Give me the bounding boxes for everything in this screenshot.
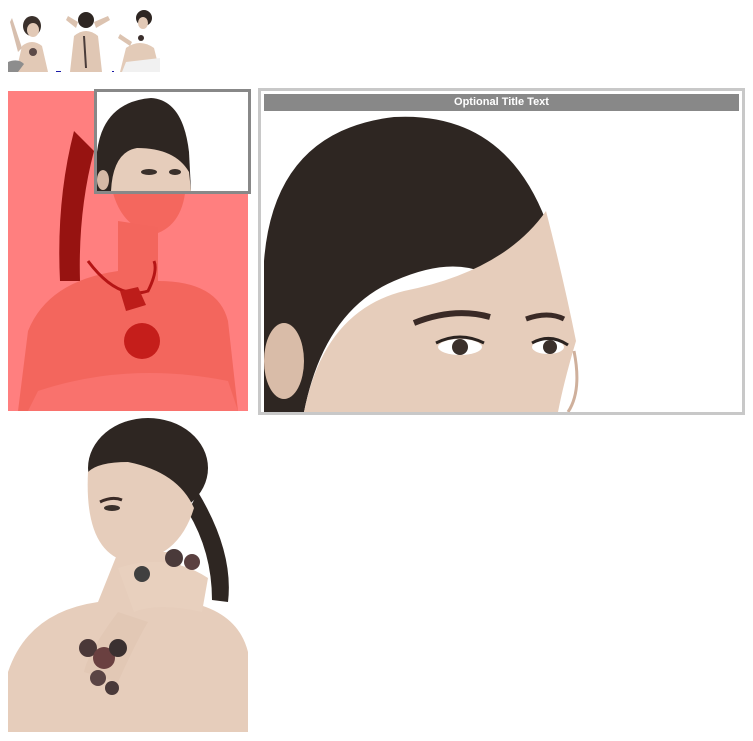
secondary-image[interactable] bbox=[8, 412, 248, 732]
zoom-lens[interactable] bbox=[94, 89, 251, 194]
zoom-gallery-page: Optional Title Text bbox=[0, 0, 753, 741]
main-image-container bbox=[8, 89, 251, 411]
thumbnail-link-underline bbox=[56, 71, 61, 72]
thumbnail-3[interactable] bbox=[114, 8, 162, 72]
zoomed-image bbox=[264, 111, 739, 412]
thumbnail-2[interactable] bbox=[64, 8, 112, 72]
thumbnail-1[interactable] bbox=[8, 8, 56, 72]
zoom-window: Optional Title Text bbox=[258, 88, 745, 415]
thumbnail-strip bbox=[8, 8, 168, 76]
zoom-title-bar: Optional Title Text bbox=[264, 94, 739, 111]
